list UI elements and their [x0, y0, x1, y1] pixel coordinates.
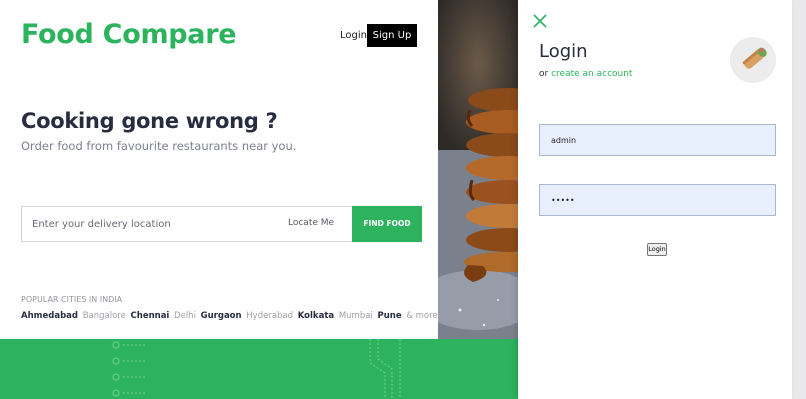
username-field[interactable]	[539, 124, 776, 156]
city-link[interactable]: Ahmedabad	[21, 311, 78, 321]
hero-title: Cooking gone wrong ?	[21, 109, 278, 133]
food-wrap-image	[730, 37, 776, 83]
city-link[interactable]: Pune	[378, 311, 402, 321]
city-link[interactable]: Chennai	[131, 311, 170, 321]
decorative-pattern	[112, 339, 401, 399]
or-label: or	[539, 69, 549, 79]
locate-me-button[interactable]: Locate Me	[288, 218, 334, 228]
hero-subtitle: Order food from favourite restaurants ne…	[21, 139, 297, 153]
popular-cities-list: Ahmedabad Bangalore Chennai Delhi Gurgao…	[21, 311, 442, 321]
login-submit-button[interactable]: Login	[647, 243, 667, 256]
location-search: Locate Me FIND FOOD	[21, 206, 422, 242]
password-field[interactable]	[539, 184, 776, 216]
footer-band	[0, 339, 518, 399]
city-link[interactable]: Kolkata	[298, 311, 334, 321]
city-link[interactable]: Delhi	[174, 311, 196, 321]
login-drawer: Login or create an account Login	[518, 0, 792, 399]
pancake-stack-image	[438, 0, 518, 339]
city-link[interactable]: Gurgaon	[201, 311, 242, 321]
landing-panel: Food Compare Login Sign Up Cooking gone …	[0, 0, 440, 339]
page: Food Compare Login Sign Up Cooking gone …	[0, 0, 806, 399]
drawer-title: Login	[539, 41, 588, 62]
login-link[interactable]: Login	[340, 30, 367, 41]
scrollbar-track[interactable]	[792, 0, 806, 399]
signup-button[interactable]: Sign Up	[367, 24, 417, 47]
brand-logo[interactable]: Food Compare	[21, 19, 237, 50]
city-link[interactable]: Mumbai	[339, 311, 373, 321]
popular-cities-title: POPULAR CITIES IN INDIA	[21, 295, 123, 304]
more-cities-link[interactable]: & more.	[406, 311, 440, 321]
create-account-link[interactable]: create an account	[551, 69, 632, 79]
city-link[interactable]: Hyderabad	[246, 311, 293, 321]
close-icon[interactable]	[532, 13, 548, 29]
hero-food-image	[438, 0, 518, 339]
city-link[interactable]: Bangalore	[83, 311, 126, 321]
drawer-subtitle: or create an account	[539, 69, 632, 79]
location-input[interactable]	[22, 207, 272, 241]
find-food-button[interactable]: FIND FOOD	[352, 206, 422, 242]
